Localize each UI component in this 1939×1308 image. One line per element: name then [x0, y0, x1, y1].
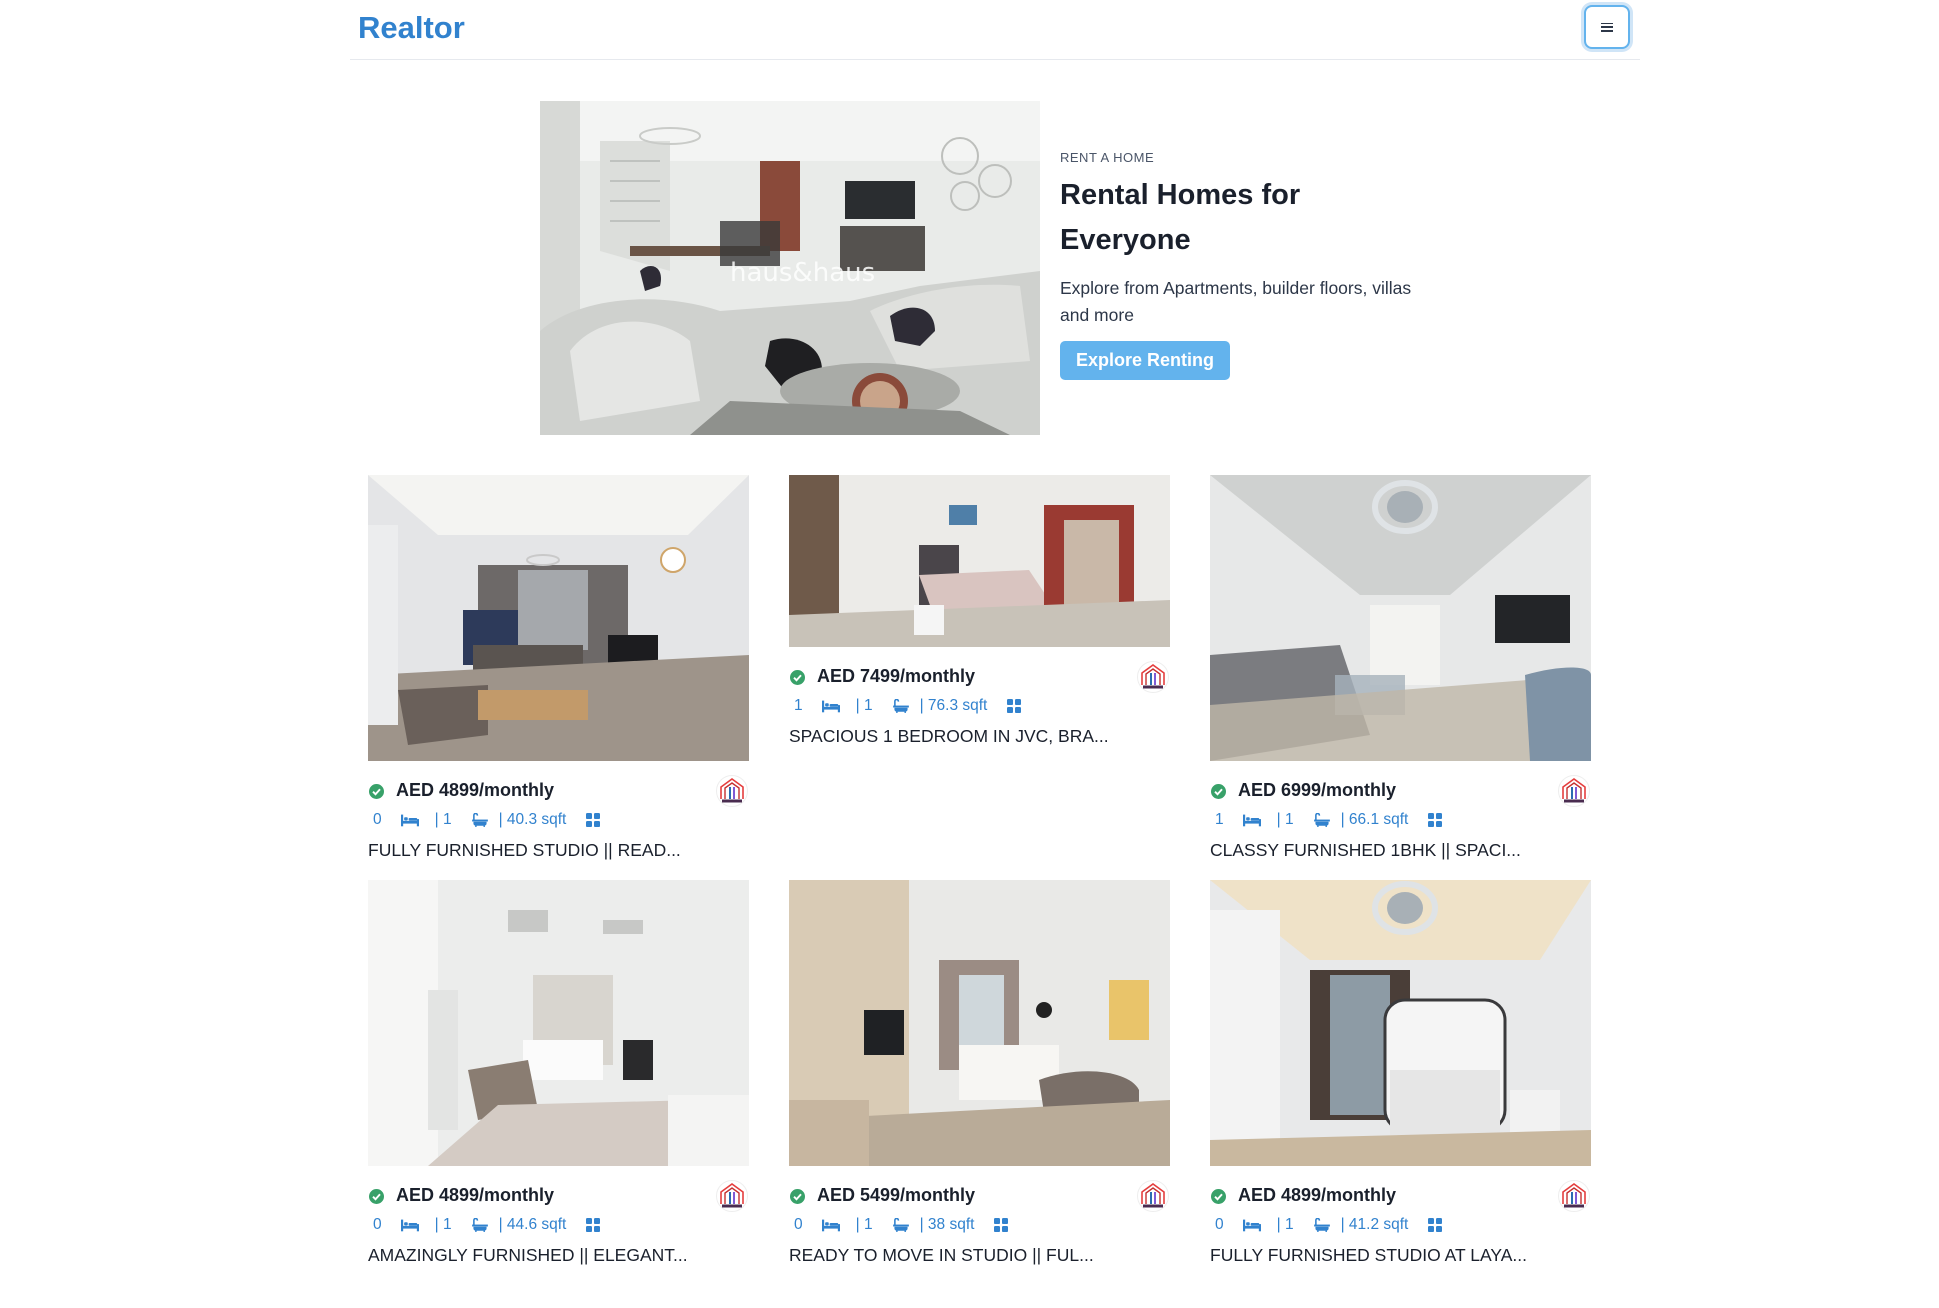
banner-text: RENT A HOME Rental Homes for Everyone Ex… — [1060, 150, 1440, 380]
bed-icon — [1243, 1218, 1261, 1232]
hamburger-menu-button[interactable] — [1584, 5, 1630, 49]
baths-count: | 1 — [855, 697, 873, 714]
listing-title[interactable]: CLASSY FURNISHED 1BHK || SPACI... — [1210, 840, 1591, 861]
listing-title[interactable]: FULLY FURNISHED STUDIO AT LAYA... — [1210, 1245, 1591, 1266]
property-image[interactable] — [789, 880, 1170, 1166]
listing-price: AED 4899/monthly — [1238, 1185, 1397, 1205]
agency-logo-icon[interactable] — [1137, 1180, 1169, 1212]
property-card[interactable]: AED 4899/monthly 0 | 1 | 44.6 sqft AMAZI… — [368, 880, 749, 1266]
listing-title[interactable]: SPACIOUS 1 BEDROOM IN JVC, BRA... — [789, 726, 1170, 747]
area-size: | 41.2 sqft — [1340, 1216, 1409, 1233]
listing-price: AED 5499/monthly — [817, 1185, 976, 1205]
bed-icon — [822, 1218, 840, 1232]
baths-count: | 1 — [1276, 811, 1294, 828]
listing-specs: 0 | 1 | 41.2 sqft — [1210, 1214, 1591, 1236]
grid-icon — [586, 1218, 600, 1232]
banner-kicker: RENT A HOME — [1060, 150, 1155, 165]
rooms-count: 0 — [373, 811, 382, 828]
rooms-count: 1 — [1215, 811, 1224, 828]
area-size: | 38 sqft — [919, 1216, 975, 1233]
listing-price: AED 7499/monthly — [817, 666, 976, 686]
banner-image: haus&haus — [540, 101, 1040, 435]
listing-specs: 0 | 1 | 40.3 sqft — [368, 809, 749, 831]
bath-icon — [471, 813, 489, 827]
listing-title[interactable]: AMAZINGLY FURNISHED || ELEGANT... — [368, 1245, 749, 1266]
hamburger-icon — [1601, 22, 1613, 32]
bath-icon — [471, 1218, 489, 1232]
agency-logo-icon[interactable] — [1137, 661, 1169, 693]
property-card[interactable]: AED 6999/monthly 1 | 1 | 66.1 sqft CLASS… — [1210, 475, 1591, 861]
baths-count: | 1 — [1276, 1216, 1294, 1233]
grid-icon — [1428, 813, 1442, 827]
grid-icon — [586, 813, 600, 827]
listing-specs: 0 | 1 | 38 sqft — [789, 1214, 1170, 1236]
banner-description: Explore from Apartments, builder floors,… — [1060, 275, 1440, 329]
rooms-count: 0 — [1215, 1216, 1224, 1233]
banner-description-line1: Explore from Apartments, builder floors,… — [1060, 278, 1412, 298]
grid-icon — [1428, 1218, 1442, 1232]
banner-title: Rental Homes for Everyone — [1060, 173, 1440, 263]
listing-specs: 0 | 1 | 44.6 sqft — [368, 1214, 749, 1236]
bath-icon — [892, 699, 910, 713]
listing-title[interactable]: FULLY FURNISHED STUDIO || READ... — [368, 840, 749, 861]
check-circle-icon — [790, 670, 805, 685]
bath-icon — [1313, 813, 1331, 827]
listing-price: AED 4899/monthly — [396, 780, 555, 800]
check-circle-icon — [369, 1189, 384, 1204]
banner-description-line2: and more — [1060, 305, 1134, 325]
check-circle-icon — [790, 1189, 805, 1204]
banner-title-line1: Rental Homes for — [1060, 179, 1301, 211]
check-circle-icon — [369, 784, 384, 799]
bed-icon — [401, 813, 419, 827]
area-size: | 44.6 sqft — [498, 1216, 567, 1233]
bath-icon — [892, 1218, 910, 1232]
area-size: | 76.3 sqft — [919, 697, 988, 714]
property-image[interactable] — [789, 475, 1170, 647]
area-size: | 40.3 sqft — [498, 811, 567, 828]
listing-price: AED 4899/monthly — [396, 1185, 555, 1205]
rooms-count: 1 — [794, 697, 803, 714]
navbar: Realtor — [350, 0, 1640, 60]
area-size: | 66.1 sqft — [1340, 811, 1409, 828]
property-card[interactable]: AED 5499/monthly 0 | 1 | 38 sqft READY T… — [789, 880, 1170, 1266]
agency-logo-icon[interactable] — [716, 1180, 748, 1212]
property-card[interactable]: AED 7499/monthly 1 | 1 | 76.3 sqft SPACI… — [789, 475, 1170, 747]
agency-logo-icon[interactable] — [1558, 775, 1590, 807]
banner-title-line2: Everyone — [1060, 224, 1191, 256]
property-image[interactable] — [368, 475, 749, 761]
bed-icon — [1243, 813, 1261, 827]
grid-icon — [994, 1218, 1008, 1232]
listing-title[interactable]: READY TO MOVE IN STUDIO || FUL... — [789, 1245, 1170, 1266]
grid-icon — [1007, 699, 1021, 713]
listing-price: AED 6999/monthly — [1238, 780, 1397, 800]
brand-logo-link[interactable]: Realtor — [358, 10, 465, 46]
explore-renting-button[interactable]: Explore Renting — [1060, 341, 1231, 380]
listing-specs: 1 | 1 | 66.1 sqft — [1210, 809, 1591, 831]
bed-icon — [822, 699, 840, 713]
property-image[interactable] — [1210, 880, 1591, 1166]
property-image[interactable] — [1210, 475, 1591, 761]
rooms-count: 0 — [373, 1216, 382, 1233]
baths-count: | 1 — [434, 811, 452, 828]
listing-specs: 1 | 1 | 76.3 sqft — [789, 695, 1170, 717]
baths-count: | 1 — [855, 1216, 873, 1233]
rooms-count: 0 — [794, 1216, 803, 1233]
bed-icon — [401, 1218, 419, 1232]
agency-logo-icon[interactable] — [716, 775, 748, 807]
property-image[interactable] — [368, 880, 749, 1166]
property-card[interactable]: AED 4899/monthly 0 | 1 | 41.2 sqft FULLY… — [1210, 880, 1591, 1266]
check-circle-icon — [1211, 784, 1226, 799]
property-card[interactable]: AED 4899/monthly 0 | 1 | 40.3 sqft FULLY… — [368, 475, 749, 861]
banner-image-watermark: haus&haus — [730, 258, 875, 288]
check-circle-icon — [1211, 1189, 1226, 1204]
agency-logo-icon[interactable] — [1558, 1180, 1590, 1212]
bath-icon — [1313, 1218, 1331, 1232]
baths-count: | 1 — [434, 1216, 452, 1233]
